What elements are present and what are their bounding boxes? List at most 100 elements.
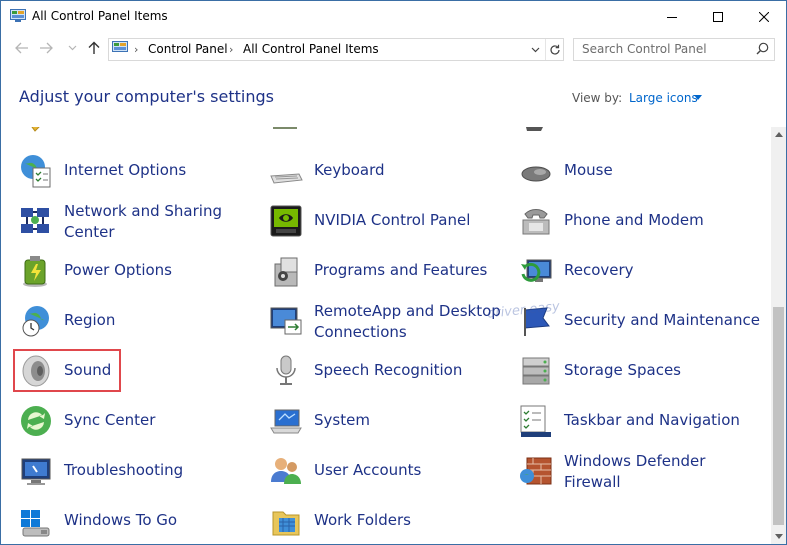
item-label[interactable]: Windows To Go (64, 510, 177, 531)
breadcrumb-control-panel[interactable]: Control Panel (148, 42, 228, 56)
up-arrow-icon (88, 41, 100, 54)
item-system[interactable]: System (269, 401, 509, 445)
item-label[interactable]: Power Options (64, 260, 172, 281)
search-icon[interactable] (756, 42, 769, 55)
item-label[interactable]: Taskbar and Navigation (564, 410, 740, 431)
minimize-button[interactable] (649, 1, 695, 32)
partial-item-icon (273, 127, 297, 129)
maximize-button[interactable] (695, 1, 741, 32)
maximize-icon (713, 11, 723, 22)
forward-button[interactable] (37, 39, 55, 57)
item-user-accounts[interactable]: User Accounts (269, 451, 509, 495)
address-dropdown-button[interactable] (527, 39, 543, 60)
users-icon (271, 458, 301, 484)
item-label[interactable]: Region (64, 310, 115, 331)
programs-icon (274, 257, 298, 287)
storage-icon (522, 357, 550, 385)
item-windows-defender-firewall[interactable]: Windows Defender Firewall (519, 451, 759, 495)
item-label[interactable]: System (314, 410, 370, 431)
up-button[interactable] (85, 39, 103, 57)
chevron-down-icon (774, 534, 783, 539)
caret-down-icon[interactable] (694, 95, 702, 100)
close-button[interactable] (741, 1, 786, 32)
globe-clock-icon (22, 306, 49, 337)
item-label[interactable]: NVIDIA Control Panel (314, 210, 470, 231)
chevron-up-icon (774, 132, 783, 137)
recent-locations-button[interactable] (63, 39, 81, 57)
item-remoteapp-and-desktop-connections[interactable]: RemoteApp and Desktop Connections (269, 301, 509, 345)
item-work-folders[interactable]: Work Folders (269, 501, 509, 544)
item-taskbar-and-navigation[interactable]: Taskbar and Navigation (519, 401, 759, 445)
item-label[interactable]: Storage Spaces (564, 360, 681, 381)
item-label[interactable]: Windows Defender Firewall (564, 451, 705, 493)
back-arrow-icon (15, 42, 28, 54)
refresh-button[interactable] (545, 39, 564, 60)
item-label[interactable]: Security and Maintenance (564, 310, 760, 331)
item-label[interactable]: Sync Center (64, 410, 155, 431)
item-network-and-sharing-center[interactable]: Network and Sharing Center (19, 201, 259, 245)
battery-icon (23, 256, 47, 287)
item-internet-options[interactable]: Internet Options (19, 151, 259, 195)
taskbar-icon (520, 405, 551, 437)
item-label[interactable]: Troubleshooting (64, 460, 183, 481)
partial-item-icon (31, 127, 40, 132)
item-label[interactable]: Work Folders (314, 510, 411, 531)
breadcrumb-all-items[interactable]: All Control Panel Items (243, 42, 379, 56)
search-box[interactable]: Search Control Panel (573, 38, 775, 61)
item-power-options[interactable]: Power Options (19, 251, 259, 295)
item-keyboard[interactable]: Keyboard (269, 151, 509, 195)
refresh-icon (550, 44, 560, 55)
item-label[interactable]: User Accounts (314, 460, 421, 481)
item-label[interactable]: RemoteApp and Desktop Connections (314, 301, 501, 343)
item-label[interactable]: Programs and Features (314, 260, 487, 281)
chevron-down-icon (68, 45, 76, 51)
title-bar[interactable]: All Control Panel Items (1, 1, 786, 32)
item-speech-recognition[interactable]: Speech Recognition (269, 351, 509, 395)
item-label[interactable]: Speech Recognition (314, 360, 462, 381)
breadcrumb-separator-icon: › (229, 43, 234, 56)
item-windows-to-go[interactable]: Windows To Go (19, 501, 259, 544)
control-panel-icon (112, 41, 128, 52)
item-troubleshooting[interactable]: Troubleshooting (19, 451, 259, 495)
globe-checklist-icon (21, 155, 51, 188)
sync-icon (21, 406, 51, 436)
recovery-icon (521, 259, 552, 282)
scrollbar-thumb[interactable] (773, 307, 784, 525)
item-region[interactable]: Region (19, 301, 259, 345)
vertical-scrollbar[interactable] (771, 127, 786, 544)
phone-icon (522, 209, 550, 235)
scroll-down-button[interactable] (771, 529, 786, 544)
item-mouse[interactable]: Mouse (519, 151, 759, 195)
chevron-down-icon (531, 47, 539, 52)
troubleshoot-icon (21, 458, 51, 485)
usb-drive-icon (21, 510, 50, 537)
item-recovery[interactable]: Recovery (519, 251, 759, 295)
item-phone-and-modem[interactable]: Phone and Modem (519, 201, 759, 245)
breadcrumb-separator-icon: › (134, 43, 139, 56)
view-by-label: View by: (572, 91, 623, 105)
view-by-dropdown[interactable]: Large icons (629, 91, 698, 105)
item-label[interactable]: Mouse (564, 160, 613, 181)
sound-highlight-box (13, 349, 121, 392)
item-sync-center[interactable]: Sync Center (19, 401, 259, 445)
scroll-up-button[interactable] (771, 127, 786, 142)
partial-item-label (357, 127, 397, 129)
back-button[interactable] (13, 39, 31, 57)
item-programs-and-features[interactable]: Programs and Features (269, 251, 509, 295)
item-label[interactable]: Phone and Modem (564, 210, 704, 231)
item-storage-spaces[interactable]: Storage Spaces (519, 351, 759, 395)
close-icon (759, 11, 769, 22)
nvidia-icon (270, 205, 302, 237)
item-label[interactable]: Network and Sharing Center (64, 201, 222, 243)
search-placeholder[interactable]: Search Control Panel (582, 42, 707, 56)
minimize-icon (667, 16, 677, 18)
page-heading: Adjust your computer's settings (19, 87, 274, 106)
item-label[interactable]: Recovery (564, 260, 634, 281)
item-label[interactable]: Internet Options (64, 160, 186, 181)
partial-item-icon (526, 127, 543, 131)
control-panel-icon (10, 9, 26, 22)
item-nvidia-control-panel[interactable]: NVIDIA Control Panel (269, 201, 509, 245)
item-label[interactable]: Keyboard (314, 160, 385, 181)
address-bar[interactable]: › Control Panel › All Control Panel Item… (108, 38, 564, 61)
firewall-icon (520, 457, 552, 485)
